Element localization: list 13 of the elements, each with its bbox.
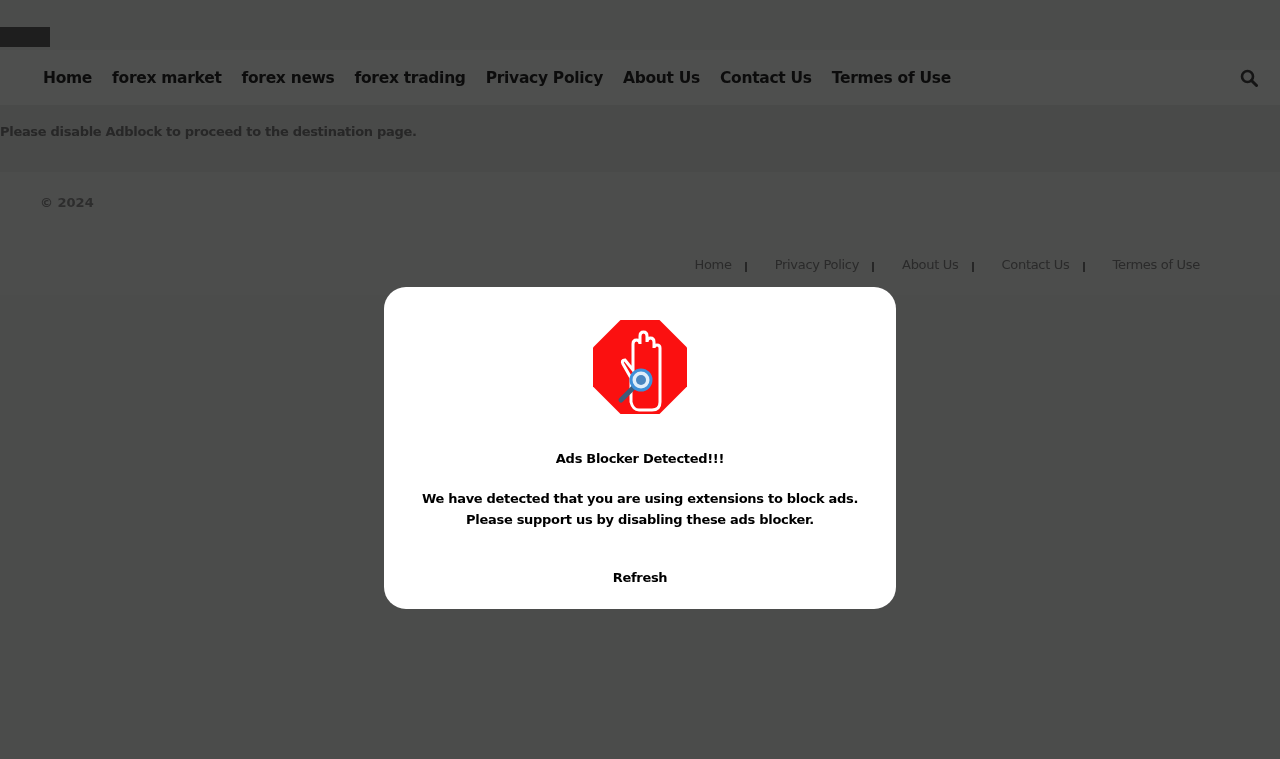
nav-link[interactable]: forex trading [344, 68, 476, 87]
dialog-message: We have detected that you are using extensions to block ads. Please support us by disabling these ads blocker. [421, 490, 859, 529]
nav-link[interactable]: Termes of Use [821, 68, 961, 87]
logo-placeholder [0, 27, 50, 47]
nav-link[interactable]: forex news [231, 68, 345, 87]
search-icon[interactable] [1240, 68, 1258, 87]
nav-link[interactable]: forex market [102, 68, 232, 87]
nav-link[interactable]: About Us [612, 68, 710, 87]
nav-link[interactable]: Contact Us [709, 68, 822, 87]
nav-link[interactable]: Privacy Policy [475, 68, 613, 87]
stop-hand-icon [593, 320, 687, 414]
dialog-title: Ads Blocker Detected!!! [555, 451, 725, 466]
nav-link[interactable]: Home [33, 68, 103, 87]
